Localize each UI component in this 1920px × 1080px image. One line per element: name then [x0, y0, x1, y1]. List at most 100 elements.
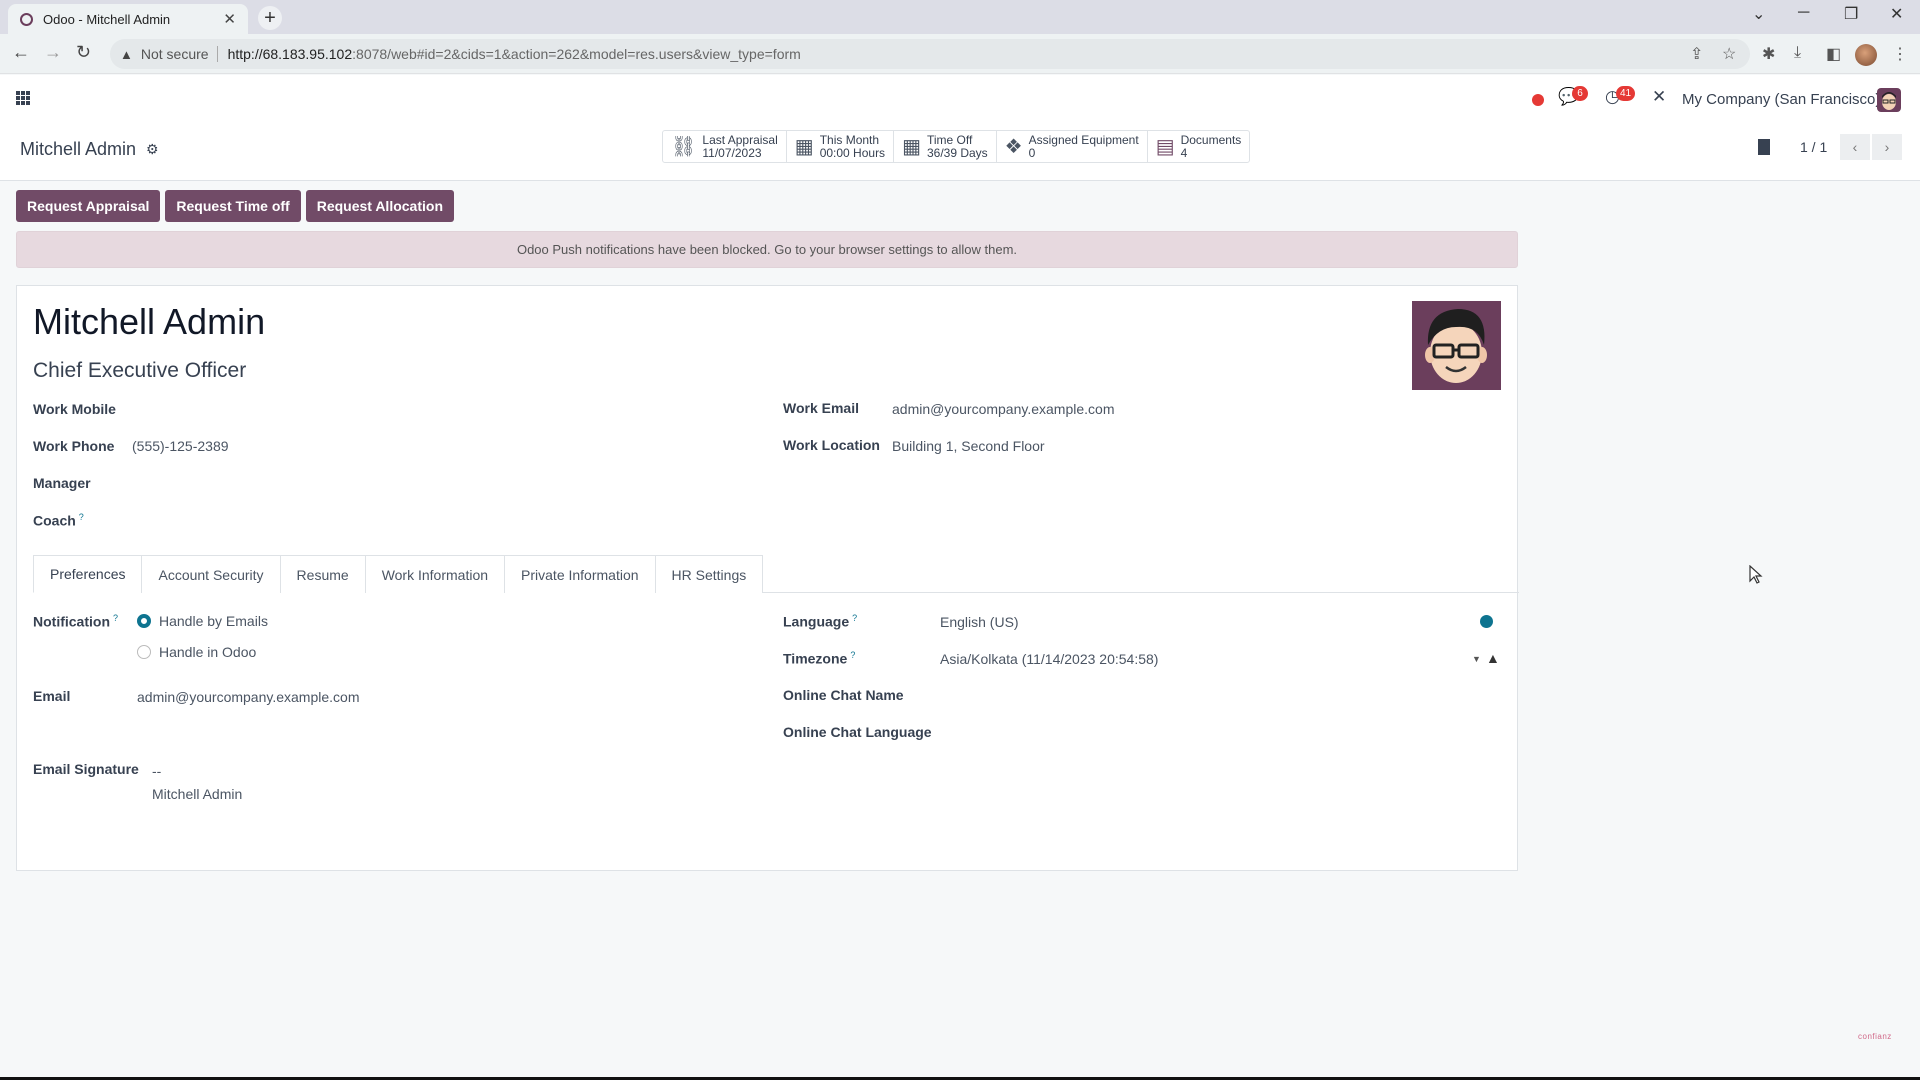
odoo-navbar: 💬 6 ◷ 41 ✕ My Company (San Francisco) [0, 75, 1920, 125]
tab-search-icon[interactable]: ⌄ [1752, 4, 1765, 24]
smart-button-documents[interactable]: ▤ Documents 4 [1148, 131, 1250, 162]
bookmark-star-icon[interactable]: ☆ [1722, 44, 1736, 64]
address-row: ← → ↻ ▲ Not secure http://68.183.95.102:… [0, 34, 1920, 74]
help-icon[interactable]: ? [850, 650, 855, 660]
radio-unchecked-icon[interactable] [137, 645, 151, 659]
coach-label-text: Coach [33, 512, 76, 529]
calendar-icon: ▦ [902, 136, 921, 158]
signature-line-1[interactable]: -- [152, 763, 161, 779]
activities-badge: 41 [1616, 86, 1636, 101]
control-panel: Mitchell Admin ⚙ ⛓ Last Appraisal 11/07/2… [0, 125, 1920, 181]
help-icon[interactable]: ? [113, 613, 118, 623]
request-time-off-button[interactable]: Request Time off [165, 190, 301, 222]
messages-badge: 6 [1572, 86, 1588, 101]
tab-hr-settings[interactable]: HR Settings [654, 555, 764, 593]
work-email-value[interactable]: admin@yourcompany.example.com [892, 401, 1115, 417]
email-label: Email [33, 688, 71, 704]
forward-icon[interactable]: → [44, 42, 62, 63]
warning-icon[interactable]: ▲ [120, 47, 133, 62]
close-tab-icon[interactable]: ✕ [223, 10, 236, 28]
smart-button-value: 00:00 Hours [819, 145, 886, 160]
signature-line-2[interactable]: Mitchell Admin [152, 786, 242, 802]
push-notification-alert: Odoo Push notifications have been blocke… [16, 231, 1518, 268]
smart-button-assigned-equipment[interactable]: ❖ Assigned Equipment 0 [997, 131, 1148, 162]
breadcrumb-current: Mitchell Admin [20, 139, 137, 159]
company-switcher[interactable]: My Company (San Francisco) [1682, 91, 1880, 108]
smart-button-this-month[interactable]: ▦ This Month 00:00 Hours [787, 131, 895, 162]
smart-button-label: This Month [819, 132, 880, 147]
close-window-button[interactable]: ✕ [1890, 4, 1903, 24]
timezone-warning-icon: ▲ [1486, 650, 1500, 666]
records-icon[interactable] [1758, 139, 1770, 155]
radio-handle-in-odoo[interactable]: Handle in Odoo [137, 644, 256, 660]
chevron-down-icon[interactable]: ▼ [1472, 654, 1481, 664]
tab-account-security[interactable]: Account Security [141, 555, 281, 593]
watermark: confianz [1858, 1032, 1892, 1041]
menu-icon[interactable]: ⋮ [1892, 44, 1908, 64]
minimize-button[interactable]: ─ [1798, 4, 1809, 22]
pager-next-button[interactable]: › [1872, 134, 1902, 160]
restore-button[interactable]: ❐ [1844, 4, 1858, 24]
recording-icon[interactable] [1532, 94, 1544, 106]
odoo-favicon-icon [20, 12, 33, 26]
tab-preferences[interactable]: Preferences [33, 555, 143, 593]
work-phone-value[interactable]: (555)-125-2389 [132, 438, 229, 454]
share-icon[interactable]: ⇪ [1690, 44, 1703, 64]
online-chat-language-label: Online Chat Language [783, 724, 932, 740]
back-icon[interactable]: ← [12, 42, 30, 63]
email-value[interactable]: admin@yourcompany.example.com [137, 689, 360, 705]
new-tab-button[interactable]: + [258, 6, 282, 30]
pager-value[interactable]: 1 / 1 [1800, 139, 1827, 155]
smart-button-label: Last Appraisal [702, 132, 778, 147]
work-phone-label: Work Phone [33, 438, 115, 454]
smart-button-value: 11/07/2023 [702, 145, 762, 160]
security-label[interactable]: Not secure [141, 46, 209, 62]
url-text[interactable]: http://68.183.95.102:8078/web#id=2&cids=… [228, 46, 801, 62]
employee-name[interactable]: Mitchell Admin [33, 301, 265, 343]
radio-checked-icon[interactable] [137, 614, 151, 628]
globe-icon[interactable] [1480, 615, 1493, 628]
action-buttons: Request Appraisal Request Time off Reque… [16, 190, 454, 222]
smart-buttons: ⛓ Last Appraisal 11/07/2023 ▦ This Month 0… [662, 130, 1251, 163]
user-avatar[interactable] [1877, 88, 1901, 112]
radio-handle-by-emails[interactable]: Handle by Emails [137, 613, 268, 629]
address-bar[interactable]: ▲ Not secure http://68.183.95.102:8078/w… [110, 39, 1750, 69]
apps-menu-icon[interactable] [16, 91, 30, 105]
help-icon[interactable]: ? [79, 512, 84, 522]
reload-icon[interactable]: ↻ [76, 42, 91, 63]
employee-photo[interactable] [1412, 301, 1501, 390]
extensions-icon[interactable]: ✱ [1762, 44, 1775, 64]
cubes-icon: ❖ [1004, 136, 1023, 158]
help-icon[interactable]: ? [852, 613, 857, 623]
gear-icon[interactable]: ⚙ [146, 141, 159, 158]
timezone-select[interactable]: Asia/Kolkata (11/14/2023 20:54:58) [940, 651, 1158, 667]
online-chat-name-label: Online Chat Name [783, 687, 904, 703]
tab-private-information[interactable]: Private Information [504, 555, 656, 593]
breadcrumb: Mitchell Admin ⚙ [20, 139, 159, 160]
timezone-label-text: Timezone [783, 650, 848, 667]
pager-previous-button[interactable]: ‹ [1840, 134, 1870, 160]
request-allocation-button[interactable]: Request Allocation [305, 190, 454, 222]
request-appraisal-button[interactable]: Request Appraisal [16, 190, 161, 222]
document-icon: ▤ [1155, 136, 1175, 158]
smart-button-label: Time Off [926, 132, 973, 147]
download-icon[interactable]: ⤓ [1794, 44, 1801, 62]
timezone-label: Timezone? [783, 650, 855, 667]
sidepanel-icon[interactable]: ◧ [1826, 44, 1841, 64]
debug-tools-icon[interactable]: ✕ [1652, 87, 1666, 107]
employee-job-title[interactable]: Chief Executive Officer [33, 359, 246, 383]
browser-profile-avatar[interactable] [1855, 44, 1877, 66]
work-location-value[interactable]: Building 1, Second Floor [892, 438, 1045, 454]
smart-button-time-off[interactable]: ▦ Time Off 36/39 Days [894, 131, 997, 162]
smart-button-last-appraisal[interactable]: ⛓ Last Appraisal 11/07/2023 [663, 131, 787, 162]
tab-resume[interactable]: Resume [279, 555, 366, 593]
tab-work-information[interactable]: Work Information [364, 555, 506, 593]
mouse-cursor-icon [1749, 565, 1763, 584]
divider [216, 46, 218, 62]
url-host: http://68.183.95.102 [227, 46, 353, 62]
browser-tab[interactable]: Odoo - Mitchell Admin ✕ [8, 4, 248, 34]
radio-label[interactable]: Handle by Emails [159, 613, 268, 629]
radio-label[interactable]: Handle in Odoo [159, 644, 256, 660]
notification-label-text: Notification [33, 613, 110, 630]
language-select[interactable]: English (US) [940, 614, 1019, 630]
